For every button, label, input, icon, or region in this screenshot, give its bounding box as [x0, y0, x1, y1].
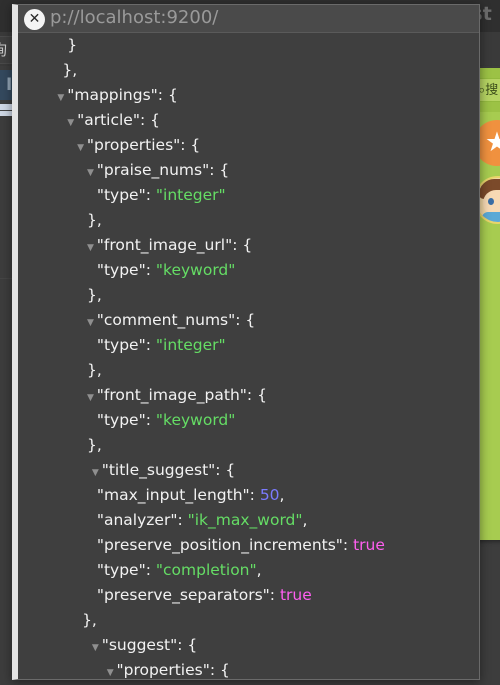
json-token: "keyword"	[155, 261, 236, 279]
json-viewer-window: ✕ p://localhost:9200/ } }, ▼ "mappings":…	[12, 4, 480, 680]
json-token: "type":	[96, 261, 156, 279]
collapse-triangle-icon[interactable]: ▼	[87, 393, 97, 403]
json-token: },	[82, 611, 97, 629]
json-token: "ik_max_word"	[187, 511, 303, 529]
json-line: ▼ "front_image_url": {	[18, 233, 479, 258]
json-line: ▼ "properties": {	[18, 133, 479, 158]
json-token: 50	[259, 486, 280, 504]
json-token: "type":	[96, 561, 156, 579]
json-token: "mappings": {	[67, 86, 178, 104]
json-token: "type":	[96, 411, 156, 429]
json-line: "max_input_length": 50,	[18, 483, 479, 508]
json-line: },	[18, 608, 479, 633]
avatar-eye-left	[488, 198, 494, 205]
json-token: "max_input_length":	[96, 486, 260, 504]
json-line: "type": "completion",	[18, 558, 479, 583]
json-line: }	[18, 33, 479, 58]
panel-search-placeholder: 搜	[485, 83, 499, 98]
json-token: },	[86, 211, 102, 229]
json-token: "preserve_position_increments":	[96, 536, 354, 554]
json-line: "preserve_separators": true	[18, 583, 479, 608]
json-token: ,	[256, 561, 262, 579]
json-line: "type": "integer"	[18, 333, 479, 358]
json-line: ▼ "suggest": {	[18, 633, 479, 658]
close-icon[interactable]: ✕	[24, 9, 45, 30]
json-token: "type":	[96, 186, 156, 204]
json-line: "type": "keyword"	[18, 408, 479, 433]
json-token: },	[62, 61, 78, 79]
json-token: ,	[302, 511, 308, 529]
json-line: ▼ "mappings": {	[18, 83, 479, 108]
json-line: ▼ "front_image_path": {	[18, 383, 479, 408]
json-line: ▼ "comment_nums": {	[18, 308, 479, 333]
query-chip-1-label: 询	[0, 41, 7, 59]
json-token: "properties": {	[116, 661, 230, 679]
json-line: },	[18, 208, 479, 233]
json-token: },	[86, 286, 102, 304]
json-token: "integer"	[155, 336, 226, 354]
json-token: "properties": {	[86, 136, 201, 154]
json-token: "preserve_separators":	[96, 586, 280, 604]
json-token: "front_image_path": {	[96, 386, 267, 404]
json-line: },	[18, 58, 479, 83]
json-line: ▼ "title_suggest": {	[18, 458, 479, 483]
avatar-body	[482, 212, 500, 222]
json-token: ,	[279, 486, 285, 504]
json-token: true	[353, 536, 385, 554]
json-token: "praise_nums": {	[96, 161, 230, 179]
json-token: },	[86, 436, 102, 454]
json-line: },	[18, 433, 479, 458]
collapse-triangle-icon[interactable]: ▼	[87, 168, 97, 178]
json-token: true	[279, 586, 312, 604]
json-line: "type": "keyword"	[18, 258, 479, 283]
json-token: "analyzer":	[96, 511, 188, 529]
json-token: }	[67, 36, 78, 54]
collapse-triangle-icon[interactable]: ▼	[87, 318, 97, 328]
json-line: "preserve_position_increments": true	[18, 533, 479, 558]
collapse-triangle-icon[interactable]: ▼	[92, 468, 102, 478]
collapse-triangle-icon[interactable]: ▼	[92, 643, 102, 653]
json-token: "suggest": {	[101, 636, 198, 654]
json-content: } }, ▼ "mappings": { ▼ "article": { ▼ "p…	[18, 33, 479, 679]
json-line: },	[18, 283, 479, 308]
json-token: },	[86, 361, 102, 379]
json-token: "front_image_url": {	[96, 236, 253, 254]
collapse-triangle-icon[interactable]: ▼	[77, 143, 87, 153]
address-bar-url[interactable]: p://localhost:9200/	[50, 7, 218, 28]
json-line: ▼ "properties": {	[18, 658, 479, 679]
json-line: ▼ "praise_nums": {	[18, 158, 479, 183]
json-token: "keyword"	[155, 411, 236, 429]
collapse-triangle-icon[interactable]: ▼	[87, 243, 97, 253]
json-token: "type":	[96, 336, 156, 354]
json-token: "comment_nums": {	[96, 311, 256, 329]
collapse-triangle-icon[interactable]: ▼	[67, 118, 77, 128]
json-token: "article": {	[77, 111, 160, 129]
json-token: "integer"	[155, 186, 226, 204]
json-line: },	[18, 358, 479, 383]
json-token: "completion"	[155, 561, 257, 579]
json-line: ▼ "article": {	[18, 108, 479, 133]
collapse-triangle-icon[interactable]: ▼	[107, 668, 117, 678]
star-glyph: ★	[484, 127, 500, 158]
collapse-triangle-icon[interactable]: ▼	[57, 93, 67, 103]
json-line: "analyzer": "ik_max_word",	[18, 508, 479, 533]
json-window-titlebar[interactable]: ✕ p://localhost:9200/	[18, 5, 479, 33]
json-token: "title_suggest": {	[101, 461, 236, 479]
json-line: "type": "integer"	[18, 183, 479, 208]
